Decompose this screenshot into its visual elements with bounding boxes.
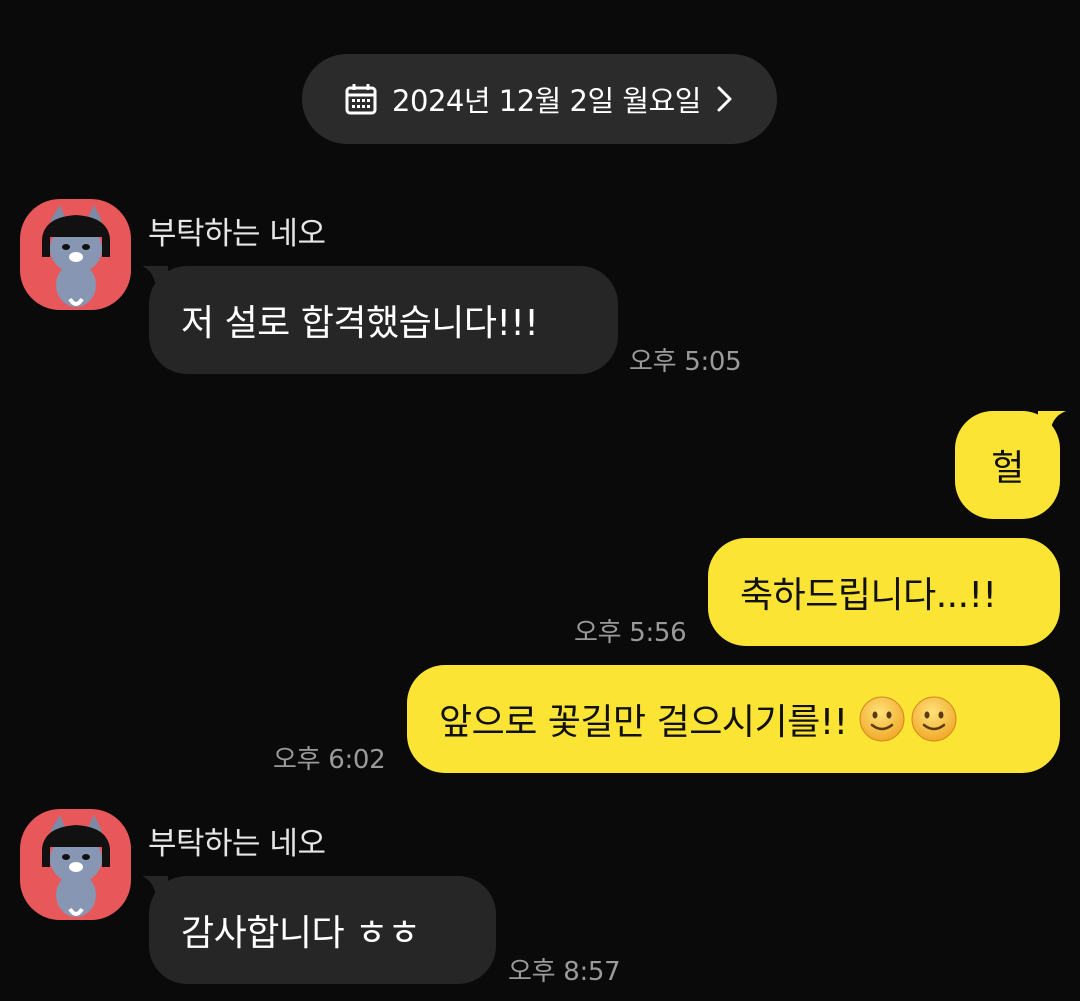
message-bubble[interactable]: 감사합니다 ㅎㅎ	[149, 876, 496, 984]
sender-avatar[interactable]	[20, 809, 131, 920]
message-bubble[interactable]: 헐	[955, 411, 1060, 519]
neo-character-icon	[42, 815, 110, 917]
date-header-button[interactable]: 2024년 12월 2일 월요일	[302, 54, 777, 144]
message-bubble[interactable]: 앞으로 꽃길만 걸으시기를!!	[407, 665, 1060, 773]
message-text: 앞으로 꽃길만 걸으시기를!!	[439, 702, 848, 743]
message-bubble[interactable]: 축하드립니다...!!	[708, 538, 1060, 646]
chevron-right-icon	[715, 84, 735, 114]
neo-character-icon	[42, 205, 110, 307]
message-time: 오후 8:57	[508, 957, 621, 987]
message-text: 감사합니다 ㅎㅎ	[181, 913, 421, 954]
message-text: 저 설로 합격했습니다!!!	[181, 303, 539, 344]
message-text: 축하드립니다...!!	[740, 575, 997, 616]
slightly-smiling-face-icon	[911, 696, 957, 742]
message-bubble[interactable]: 저 설로 합격했습니다!!!	[149, 266, 618, 374]
slightly-smiling-face-icon	[859, 696, 905, 742]
message-time: 오후 5:56	[574, 618, 687, 648]
sender-name: 부탁하는 네오	[148, 216, 326, 252]
message-time: 오후 6:02	[273, 745, 386, 775]
message-text: 헐	[991, 448, 1024, 489]
date-label: 2024년 12월 2일 월요일	[392, 84, 701, 118]
calendar-icon	[344, 82, 378, 116]
message-time: 오후 5:05	[629, 347, 742, 377]
sender-avatar[interactable]	[20, 199, 131, 310]
sender-name: 부탁하는 네오	[148, 826, 326, 862]
